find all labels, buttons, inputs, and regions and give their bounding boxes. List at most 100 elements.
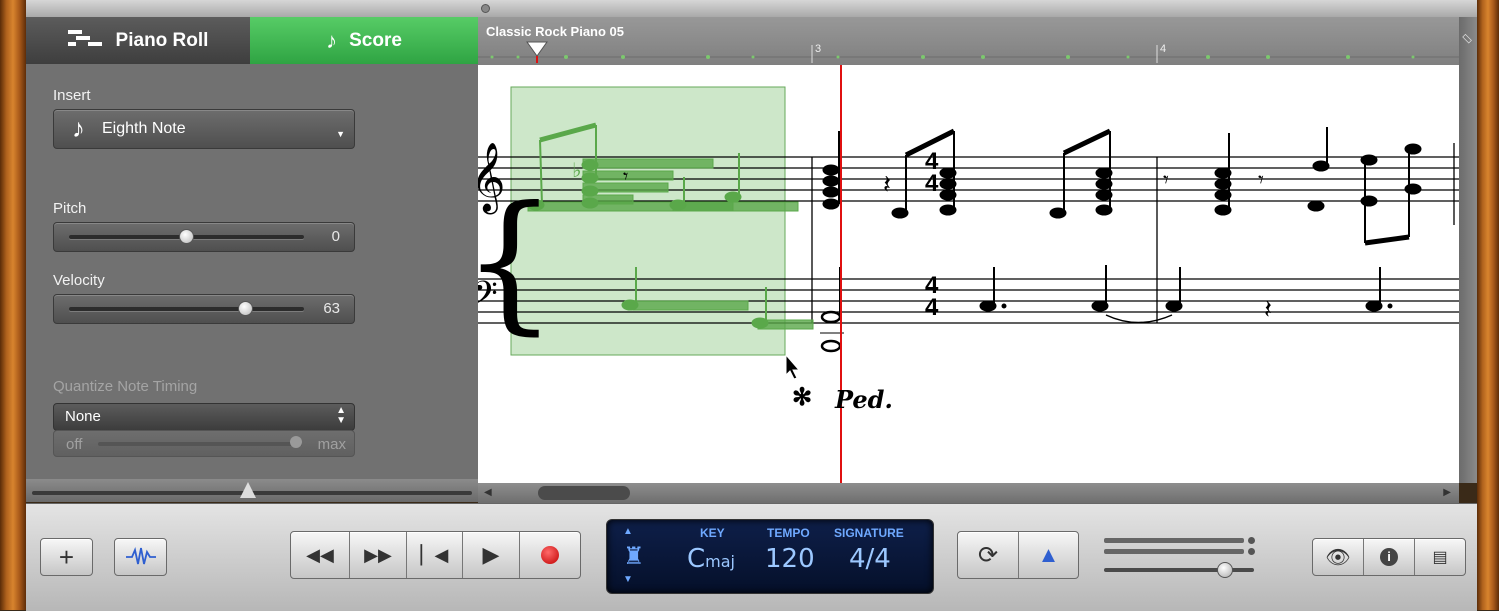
quantize-min-label: off	[66, 436, 83, 453]
control-bar: + ◀◀ ▶▶ ▏◀ ▶ ▲ ♜ ▼ KEY Cmaj TEMPO 120 SI…	[26, 503, 1477, 611]
lcd-mode-down-icon[interactable]: ▼	[623, 574, 633, 585]
quantize-max-label: max	[317, 436, 346, 453]
record-button[interactable]	[520, 532, 580, 578]
lcd-key-mode: maj	[705, 552, 735, 571]
insert-value: Eighth Note	[102, 120, 186, 137]
treble-time-signature: 44	[925, 150, 939, 197]
loop-browser-button[interactable]: 👁	[1313, 539, 1364, 575]
media-browser-button[interactable]: ▤	[1415, 539, 1465, 575]
velocity-slider[interactable]: 63	[53, 294, 355, 324]
insert-note-popup[interactable]: ♪ Eighth Note ▼	[53, 109, 355, 149]
bass-time-signature: 44	[925, 274, 938, 320]
vertical-scrollbar[interactable]: ▭	[1459, 17, 1477, 483]
cycle-button[interactable]: ⟳	[958, 532, 1019, 578]
lcd-display[interactable]: ▲ ♜ ▼ KEY Cmaj TEMPO 120 SIGNATURE 4/4	[606, 519, 934, 594]
browser-buttons-group: 👁 i ▤	[1312, 538, 1466, 576]
score-notation: ♭ 𝄾 { 𝄞 𝄢	[478, 65, 1459, 483]
tab-piano-roll[interactable]: Piano Roll	[26, 17, 251, 64]
scroll-left-icon[interactable]: ◀	[484, 487, 492, 498]
clip-indicator-right	[1248, 548, 1255, 555]
media-browser-icon: ▤	[1432, 549, 1448, 566]
ruler-mark-3: 3	[815, 43, 822, 55]
piano-roll-icon	[67, 28, 104, 54]
velocity-slider-track	[69, 307, 304, 311]
horizontal-scrollbar[interactable]: ◀ ▶	[478, 483, 1459, 503]
svg-text:𝄢: 𝄢	[478, 275, 498, 321]
lcd-mode-up-icon[interactable]: ▲	[623, 526, 633, 537]
lcd-tempo-label: TEMPO	[767, 526, 810, 540]
pedal-marking: Ped.	[835, 385, 893, 414]
play-icon: ▶	[482, 542, 500, 567]
quantize-slider-track	[98, 442, 302, 446]
quantize-slider-knob[interactable]	[290, 436, 302, 448]
track-info-button[interactable]: i	[1364, 539, 1415, 575]
zoom-slider-thumb[interactable]	[240, 482, 256, 498]
lcd-key-letter: C	[687, 544, 706, 574]
window-top-bar	[26, 0, 1477, 18]
pitch-label: Pitch	[53, 200, 87, 217]
tab-score-label: Score	[349, 29, 402, 51]
quantize-strength-slider[interactable]: off max	[53, 430, 355, 457]
editor-scissors-icon	[125, 547, 156, 565]
pedal-release-symbol: ✻	[792, 384, 813, 411]
quantize-value: None	[65, 408, 101, 425]
score-editor[interactable]: Classic Rock Piano 05 3 4 ♭ 𝄾 𝄞 𝄢 𝄽 𝄾 𝄾 …	[478, 17, 1459, 483]
velocity-value: 63	[323, 300, 340, 317]
quantize-label: Quantize Note Timing	[53, 378, 198, 395]
ruler-ticks	[478, 45, 1459, 63]
go-to-start-button[interactable]: ▏◀	[407, 532, 463, 578]
svg-text:𝄞: 𝄞	[478, 142, 505, 214]
lcd-signature-value[interactable]: 4/4	[849, 544, 891, 574]
fast-forward-button[interactable]: ▶▶	[350, 532, 407, 578]
fast-forward-icon: ▶▶	[364, 544, 392, 565]
master-volume-knob[interactable]	[1217, 562, 1233, 578]
wood-panel-left	[0, 0, 26, 610]
rewind-icon: ◀◀	[306, 544, 334, 565]
ruler-mark-4: 4	[1160, 43, 1167, 55]
editor-button[interactable]	[114, 538, 167, 576]
add-track-icon: +	[58, 541, 75, 572]
popup-arrow-icon: ▼	[336, 129, 345, 139]
resize-handle-dot[interactable]	[481, 4, 490, 13]
ruler-icon[interactable]: ▭	[1459, 29, 1477, 47]
svg-text:𝄾: 𝄾	[623, 164, 628, 188]
level-meter-right	[1104, 549, 1244, 554]
timeline-ruler[interactable]: Classic Rock Piano 05 3 4	[478, 17, 1459, 65]
metronome-icon: ♜	[623, 543, 645, 570]
lcd-key-value[interactable]: Cmaj	[687, 544, 735, 574]
velocity-label: Velocity	[53, 272, 105, 289]
loop-browser-icon: 👁	[1325, 546, 1351, 569]
scrollbar-thumb[interactable]	[538, 486, 630, 500]
wood-panel-right	[1477, 0, 1499, 610]
quantize-popup[interactable]: None ▲ ▼	[53, 403, 355, 431]
lcd-tempo-value[interactable]: 120	[765, 544, 815, 574]
clip-indicator-left	[1248, 537, 1255, 544]
svg-text:𝄾: 𝄾	[1258, 168, 1264, 193]
metronome-button[interactable]: ▲	[1019, 532, 1078, 578]
tab-score[interactable]: ♪ Score	[250, 17, 478, 64]
svg-text:♭: ♭	[572, 158, 581, 182]
insert-label: Insert	[53, 87, 91, 104]
velocity-slider-knob[interactable]	[238, 301, 253, 316]
lcd-key-label: KEY	[700, 526, 725, 540]
go-to-start-icon: ▏◀	[420, 544, 449, 565]
playhead-handle[interactable]	[526, 41, 548, 63]
record-icon	[541, 546, 559, 564]
popup-stepper-icon: ▲ ▼	[336, 405, 346, 426]
pitch-slider-knob[interactable]	[179, 229, 194, 244]
info-icon: i	[1380, 548, 1398, 566]
eighth-note-icon: ♪	[72, 113, 85, 143]
scroll-right-icon[interactable]: ▶	[1443, 487, 1451, 498]
play-button[interactable]: ▶	[463, 532, 520, 578]
svg-text:𝄽: 𝄽	[883, 170, 891, 200]
zoom-slider[interactable]	[26, 479, 478, 502]
pitch-slider[interactable]: 0	[53, 222, 355, 252]
svg-text:𝄽: 𝄽	[1264, 295, 1272, 325]
time-sig-bottom: 4	[925, 170, 939, 197]
level-meter-left	[1104, 538, 1244, 543]
add-track-button[interactable]: +	[40, 538, 93, 576]
eighth-note-icon: ♪	[326, 27, 338, 53]
tab-piano-roll-label: Piano Roll	[115, 29, 209, 51]
rewind-button[interactable]: ◀◀	[291, 532, 350, 578]
cycle-icon: ⟳	[977, 541, 999, 569]
